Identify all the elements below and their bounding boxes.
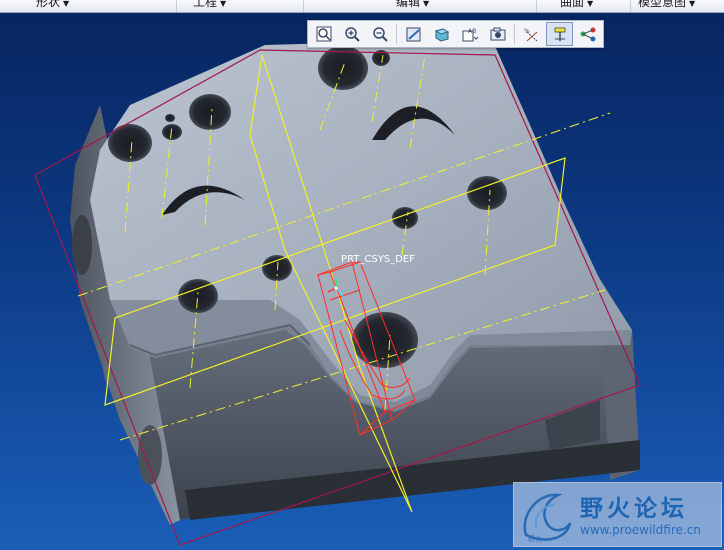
watermark-name: 野火论坛	[580, 496, 688, 522]
saved-views-button[interactable]: AB	[456, 22, 483, 46]
hole	[352, 312, 418, 368]
chevron-down-icon: ▼	[689, 0, 696, 8]
forum-watermark: 野火 野火论坛 www.proewildfire.cn	[513, 482, 722, 547]
svg-text:%: %	[524, 28, 530, 35]
zoom-in-button[interactable]	[338, 22, 365, 46]
zoom-out-button[interactable]	[366, 22, 393, 46]
repaint-icon	[406, 27, 420, 42]
chevron-down-icon: ▼	[587, 0, 594, 8]
view-toolbar: AB %	[307, 20, 604, 48]
csys-label[interactable]: PRT_CSYS_DEF	[341, 254, 415, 265]
svg-text:野火: 野火	[528, 535, 542, 543]
hole	[162, 124, 182, 140]
watermark-logo: 野火	[523, 493, 572, 543]
display-style-button[interactable]	[428, 22, 455, 46]
model-3d-view[interactable]	[0, 13, 724, 550]
ribbon-group-engineering[interactable]: 工程 ▼	[193, 0, 304, 12]
side-bore	[138, 425, 162, 485]
toolbar-separator	[514, 24, 515, 44]
ribbon-tab-strip: 形状 ▼ 工程 ▼ 编辑 ▼ 曲面 ▼ 模型意图 ▼	[0, 0, 724, 13]
ribbon-group-label: 编辑	[396, 0, 421, 9]
zoom-out-icon	[372, 27, 388, 42]
zoom-in-icon	[344, 27, 360, 42]
section-view-button[interactable]	[484, 22, 511, 46]
ribbon-group-surface[interactable]: 曲面 ▼	[560, 0, 631, 12]
toolbar-separator	[396, 24, 397, 44]
ribbon-group-edit[interactable]: 编辑 ▼	[396, 0, 537, 12]
ribbon-group-model-intent[interactable]: 模型意图 ▼	[638, 0, 724, 12]
watermark-url: www.proewildfire.cn	[580, 523, 701, 537]
annotation-display-icon	[580, 27, 595, 42]
chevron-down-icon: ▼	[63, 0, 70, 8]
ribbon-group-label: 工程	[193, 0, 218, 9]
repaint-button[interactable]	[400, 22, 427, 46]
datum-display-icon: %	[524, 28, 537, 42]
hole	[189, 94, 231, 130]
spin-center-button[interactable]	[546, 22, 573, 46]
chevron-down-icon: ▼	[220, 0, 227, 8]
datum-display-button[interactable]: %	[518, 22, 545, 46]
hole	[108, 124, 152, 162]
ribbon-group-label: 形状	[36, 0, 61, 9]
graphics-viewport[interactable]: PRT_CSYS_DEF	[0, 13, 724, 550]
ribbon-group-shape[interactable]: 形状 ▼	[36, 0, 177, 12]
hole	[165, 114, 175, 122]
annotation-display-button[interactable]	[574, 22, 601, 46]
hole	[262, 255, 292, 281]
ribbon-group-label: 模型意图	[638, 0, 687, 9]
display-style-icon	[434, 28, 449, 42]
section-view-icon	[490, 27, 505, 41]
chevron-down-icon: ▼	[423, 0, 430, 8]
zoom-fit-button[interactable]	[310, 22, 337, 46]
zoom-fit-icon	[316, 26, 331, 42]
spin-center-icon	[554, 27, 565, 41]
ribbon-group-label: 曲面	[560, 0, 585, 9]
svg-text:AB: AB	[468, 28, 476, 35]
saved-views-icon: AB	[462, 28, 478, 42]
side-bore	[72, 215, 92, 275]
